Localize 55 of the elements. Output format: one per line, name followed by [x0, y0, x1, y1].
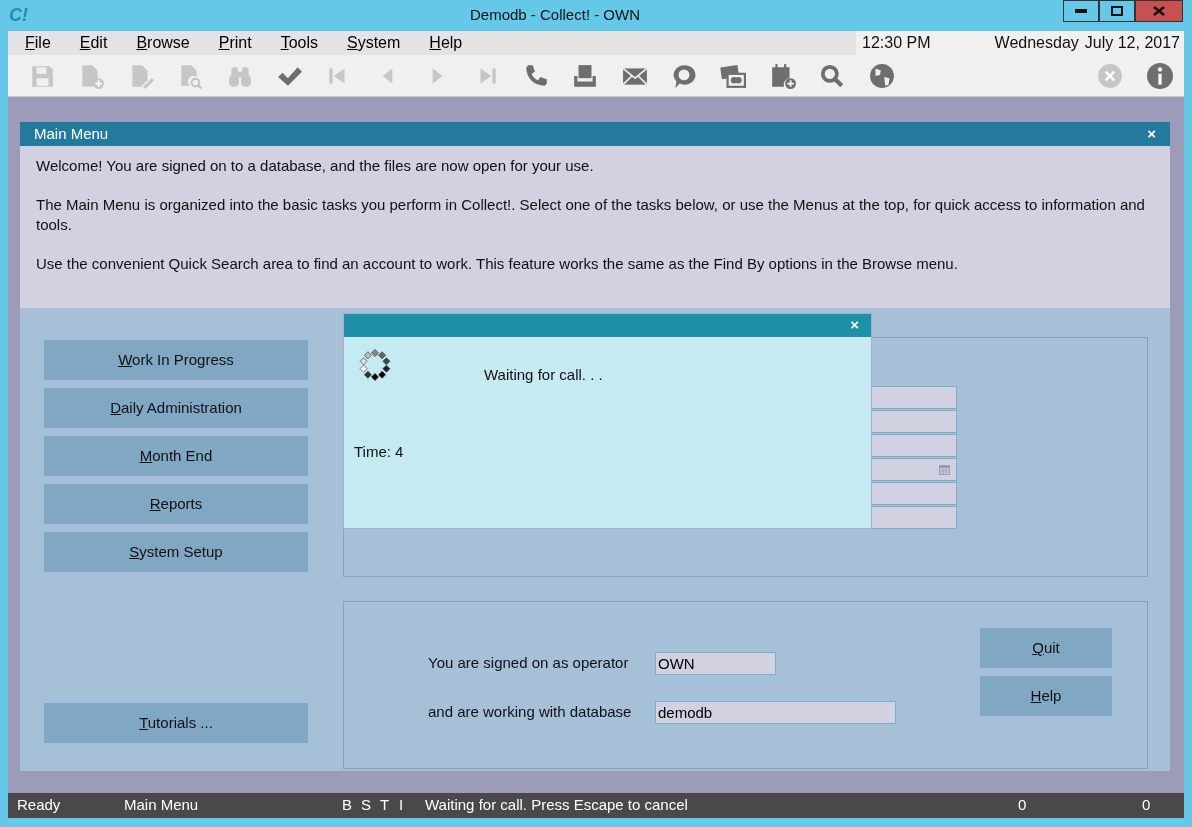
task-button[interactable]: Month End: [44, 436, 308, 476]
spinner-icon: [359, 349, 391, 381]
task-button[interactable]: Daily Administration: [44, 388, 308, 428]
app-logo: C!: [8, 4, 29, 27]
close-button[interactable]: [1135, 0, 1183, 22]
menu-item[interactable]: File: [8, 31, 63, 55]
info-icon[interactable]: [1147, 62, 1173, 89]
search-icon[interactable]: [819, 62, 846, 89]
menu-item[interactable]: System: [330, 31, 413, 55]
close-icon: [1153, 6, 1165, 16]
intro-paragraph: Welcome! You are signed on to a database, and the files are now open for your use.: [36, 156, 595, 176]
operator-field[interactable]: OWN: [655, 652, 776, 675]
calendar-plus-icon[interactable]: [769, 62, 796, 89]
status-indicator-text: T: [380, 795, 391, 816]
task-button[interactable]: System Setup: [44, 532, 308, 572]
panel-title: Main Menu: [34, 123, 109, 144]
database-label: and are working with database: [428, 702, 633, 723]
database-field[interactable]: demodb: [655, 701, 896, 724]
task-button[interactable]: Reports: [44, 484, 308, 524]
status-message: Waiting for call. Press Escape to cancel: [425, 795, 689, 816]
payment-cards-icon[interactable]: [720, 62, 747, 89]
menu-item[interactable]: Tools: [263, 31, 330, 55]
intro-paragraph: Use the convenient Quick Search area to find an account to work. This feature works the same as the Find By options in the Browse menu.: [36, 254, 959, 274]
status-count: 0: [1018, 795, 1028, 816]
status-indicator-text: B: [342, 795, 353, 816]
maximize-button[interactable]: [1099, 0, 1135, 22]
help-button[interactable]: Help: [980, 676, 1112, 716]
menu-item[interactable]: Edit: [62, 31, 120, 55]
menu-item[interactable]: Print: [201, 31, 264, 55]
printer-icon[interactable]: [572, 62, 599, 89]
maximize-icon: [1111, 6, 1123, 16]
clock-day: Wednesday: [994, 31, 1079, 55]
screen-name: Main Menu: [124, 795, 200, 816]
minimize-button[interactable]: [1063, 0, 1099, 22]
menu-item[interactable]: Help: [412, 31, 475, 55]
dialog-message: Waiting for call. . .: [484, 365, 603, 385]
window-title: Demodb - Collect! - OWN: [470, 5, 642, 26]
tutorials-button[interactable]: Tutorials ...: [44, 703, 308, 743]
status-text: Ready: [17, 795, 62, 816]
close-button[interactable]: ×: [850, 314, 859, 337]
operator-label: You are signed on as operator: [428, 653, 630, 674]
minimize-icon: [1075, 9, 1087, 13]
status-indicator-text: S: [361, 795, 372, 816]
task-button[interactable]: Work In Progress: [44, 340, 308, 380]
status-indicator-text: I: [399, 795, 405, 816]
timer-text: Time: 4: [354, 442, 404, 462]
clock-time: 12:30 PM: [862, 33, 931, 53]
intro-paragraph: The Main Menu is organized into the basic tasks you perform in Collect!. Select one of the tasks below, or use the Menus at the top, for quick access to information and tools.: [36, 195, 1146, 235]
quit-button[interactable]: Quit: [980, 628, 1112, 668]
speech-bubble-icon[interactable]: [671, 62, 698, 89]
close-button[interactable]: ×: [1147, 122, 1156, 146]
status-count: 0: [1142, 795, 1151, 816]
menu-item[interactable]: Browse: [119, 31, 202, 55]
globe-icon[interactable]: [868, 62, 895, 89]
clock-date: July 12, 2017: [1084, 33, 1180, 53]
